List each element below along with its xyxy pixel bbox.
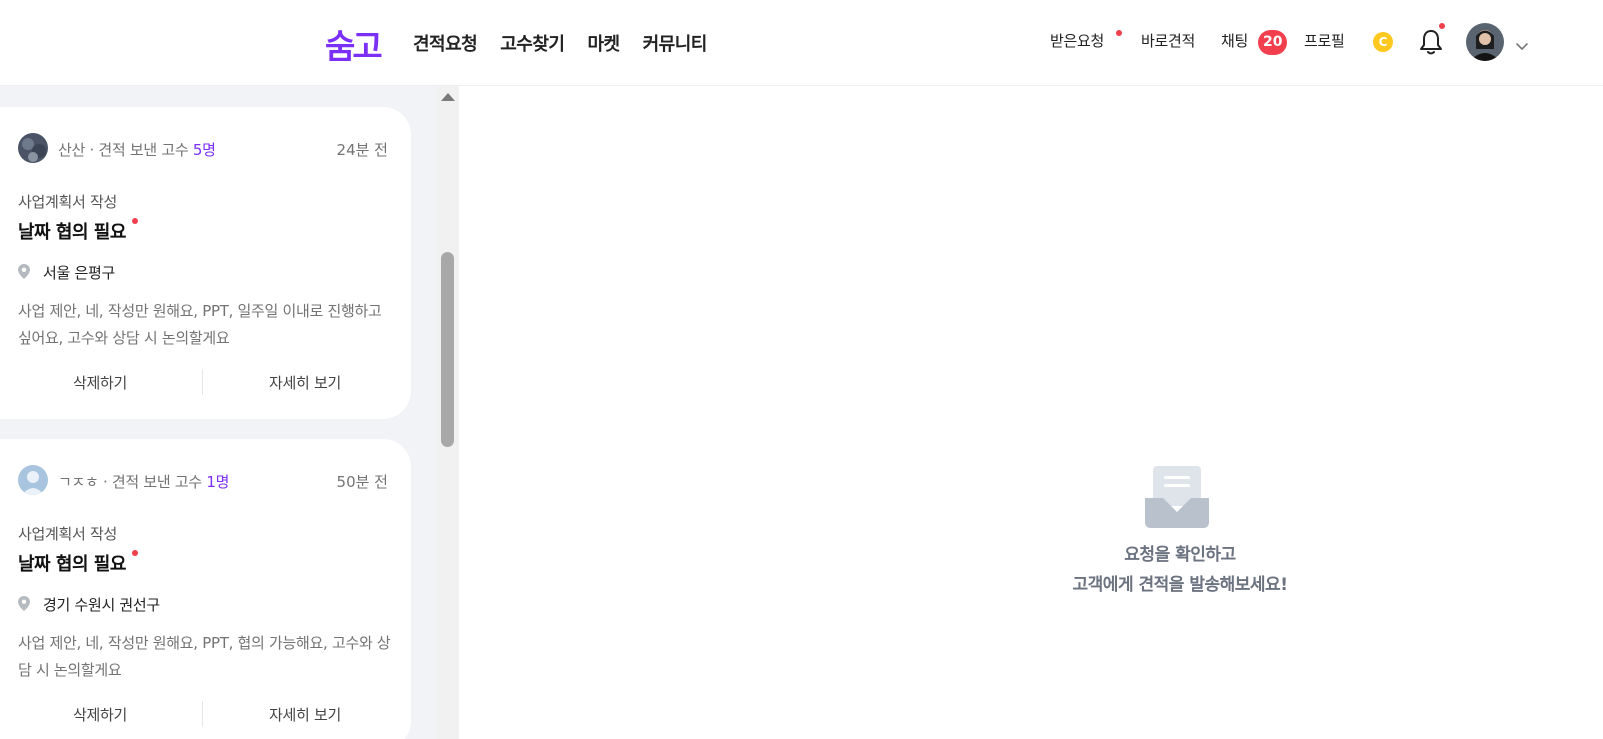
nav-item-request-quote[interactable]: 견적요청 xyxy=(413,30,478,56)
empty-state-line1: 요청을 확인하고 xyxy=(1124,545,1236,565)
quote-count: 5명 xyxy=(192,141,216,159)
received-requests-dot xyxy=(1116,30,1122,36)
request-description: 사업 제안, 네, 작성만 원해요, PPT, 협의 가능해요, 고수와 상담 … xyxy=(18,634,391,679)
main-nav: 견적요청 고수찾기 마켓 커뮤니티 xyxy=(413,30,707,56)
quick-quote-link[interactable]: 바로견적 xyxy=(1141,30,1195,51)
list-scrollbar[interactable] xyxy=(437,86,459,739)
avatar xyxy=(18,133,48,163)
empty-state-line2: 고객에게 견적을 발송해보세요! xyxy=(1072,575,1288,595)
received-requests-link[interactable]: 받은요청 xyxy=(1050,30,1104,51)
location-text: 경기 수원시 권선구 xyxy=(43,596,160,614)
divider xyxy=(202,701,203,727)
view-details-button[interactable]: 자세히 보기 xyxy=(205,694,405,734)
delete-button[interactable]: 삭제하기 xyxy=(0,694,200,734)
chat-link[interactable]: 채팅 xyxy=(1221,30,1248,51)
request-title-text: 날짜 협의 필요 xyxy=(18,554,126,575)
nav-item-community[interactable]: 커뮤니티 xyxy=(643,30,708,56)
new-dot xyxy=(131,550,138,556)
request-time: 50분 전 xyxy=(336,473,388,491)
quote-sent-label: · 견적 보낸 고수 xyxy=(89,141,193,159)
scroll-thumb[interactable] xyxy=(441,252,454,447)
chat-count-badge: 20 xyxy=(1258,30,1288,55)
card-actions: 삭제하기 자세히 보기 xyxy=(0,362,411,402)
card-header: 산산 · 견적 보낸 고수 5명 24분 전 xyxy=(18,133,388,163)
location-text: 서울 은평구 xyxy=(43,264,115,282)
logo[interactable]: 숨고 xyxy=(325,20,383,68)
card-meta: ㄱㅈㅎ · 견적 보낸 고수 1명 xyxy=(58,471,229,492)
request-description: 사업 제안, 네, 작성만 원해요, PPT, 일주일 이내로 진행하고 싶어요… xyxy=(18,302,382,347)
customer-name: 산산 xyxy=(58,141,86,159)
request-time: 24분 전 xyxy=(336,141,388,159)
request-title: 날짜 협의 필요 xyxy=(18,550,138,576)
view-details-button[interactable]: 자세히 보기 xyxy=(205,362,405,402)
request-list: 산산 · 견적 보낸 고수 5명 24분 전 사업계획서 작성 날짜 협의 필요… xyxy=(0,86,437,739)
chevron-down-icon[interactable] xyxy=(1515,36,1529,50)
service-category: 사업계획서 작성 xyxy=(18,525,117,543)
card-header: ㄱㅈㅎ · 견적 보낸 고수 1명 50분 전 xyxy=(18,465,388,495)
service-category: 사업계획서 작성 xyxy=(18,193,117,211)
customer-name: ㄱㅈㅎ xyxy=(58,473,99,491)
scroll-up-arrow-icon[interactable] xyxy=(441,93,455,101)
new-dot xyxy=(131,218,138,224)
top-header: 숨고 견적요청 고수찾기 마켓 커뮤니티 받은요청 바로견적 채팅 20 프로필… xyxy=(0,0,1603,86)
nav-item-find-pro[interactable]: 고수찾기 xyxy=(500,30,565,56)
profile-link[interactable]: 프로필 xyxy=(1304,30,1345,51)
nav-item-market[interactable]: 마켓 xyxy=(588,30,621,56)
avatar[interactable] xyxy=(1466,23,1504,61)
card-actions: 삭제하기 자세히 보기 xyxy=(0,694,411,734)
request-card[interactable]: ㄱㅈㅎ · 견적 보낸 고수 1명 50분 전 사업계획서 작성 날짜 협의 필… xyxy=(0,439,411,739)
avatar xyxy=(18,465,48,495)
coin-icon[interactable]: C xyxy=(1373,32,1393,52)
card-meta: 산산 · 견적 보낸 고수 5명 xyxy=(58,139,216,160)
bell-icon[interactable] xyxy=(1418,28,1444,56)
request-title: 날짜 협의 필요 xyxy=(18,218,138,244)
delete-button[interactable]: 삭제하기 xyxy=(0,362,200,402)
request-title-text: 날짜 협의 필요 xyxy=(18,222,126,243)
divider xyxy=(202,369,203,395)
location-pin-icon xyxy=(18,264,30,279)
location-pin-icon xyxy=(18,596,30,611)
inbox-icon xyxy=(1145,466,1209,528)
request-card[interactable]: 산산 · 견적 보낸 고수 5명 24분 전 사업계획서 작성 날짜 협의 필요… xyxy=(0,107,411,419)
quote-sent-label: · 견적 보낸 고수 xyxy=(102,473,207,491)
quote-count: 1명 xyxy=(206,473,230,491)
notification-dot xyxy=(1439,23,1445,29)
